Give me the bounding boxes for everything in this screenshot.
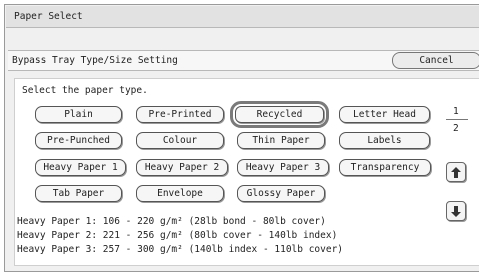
paper-type-plain[interactable]: Plain <box>35 106 122 123</box>
page-divider <box>446 119 468 120</box>
info-heavy-paper-3: Heavy Paper 3: 257 - 300 g/m² (140lb ind… <box>17 244 344 255</box>
info-heavy-paper-2: Heavy Paper 2: 221 - 256 g/m² (80lb cove… <box>17 230 338 241</box>
cancel-button[interactable]: Cancel <box>392 52 479 69</box>
paper-type-glossy-paper[interactable]: Glossy Paper <box>237 185 325 202</box>
scroll-down-button[interactable] <box>446 201 466 221</box>
settings-title: Bypass Tray Type/Size Setting <box>12 55 178 66</box>
total-pages: 2 <box>453 123 459 134</box>
window-title: Paper Select <box>14 11 83 22</box>
title-bar: Paper Select <box>6 6 479 28</box>
arrow-up-icon <box>451 166 461 178</box>
paper-type-letter-head[interactable]: Letter Head <box>339 106 430 123</box>
paper-type-pre-printed[interactable]: Pre-Printed <box>136 106 224 123</box>
instruction-text: Select the paper type. <box>22 85 148 96</box>
info-heavy-paper-1: Heavy Paper 1: 106 - 220 g/m² (28lb bond… <box>17 216 326 227</box>
paper-type-tab-paper[interactable]: Tab Paper <box>35 185 122 202</box>
current-page: 1 <box>453 106 459 117</box>
paper-type-labels[interactable]: Labels <box>339 132 430 149</box>
paper-type-pre-punched[interactable]: Pre-Punched <box>35 132 122 149</box>
arrow-down-icon <box>451 205 461 217</box>
paper-type-heavy-paper-2[interactable]: Heavy Paper 2 <box>136 159 228 176</box>
paper-type-heavy-paper-3[interactable]: Heavy Paper 3 <box>237 159 329 176</box>
paper-type-recycled[interactable]: Recycled <box>230 101 329 128</box>
paper-type-thin-paper[interactable]: Thin Paper <box>237 132 325 149</box>
paper-type-envelope[interactable]: Envelope <box>136 185 224 202</box>
paper-type-transparency[interactable]: Transparency <box>339 159 431 176</box>
scroll-up-button[interactable] <box>446 162 466 182</box>
paper-type-colour[interactable]: Colour <box>136 132 224 149</box>
paper-type-heavy-paper-1[interactable]: Heavy Paper 1 <box>35 159 126 176</box>
